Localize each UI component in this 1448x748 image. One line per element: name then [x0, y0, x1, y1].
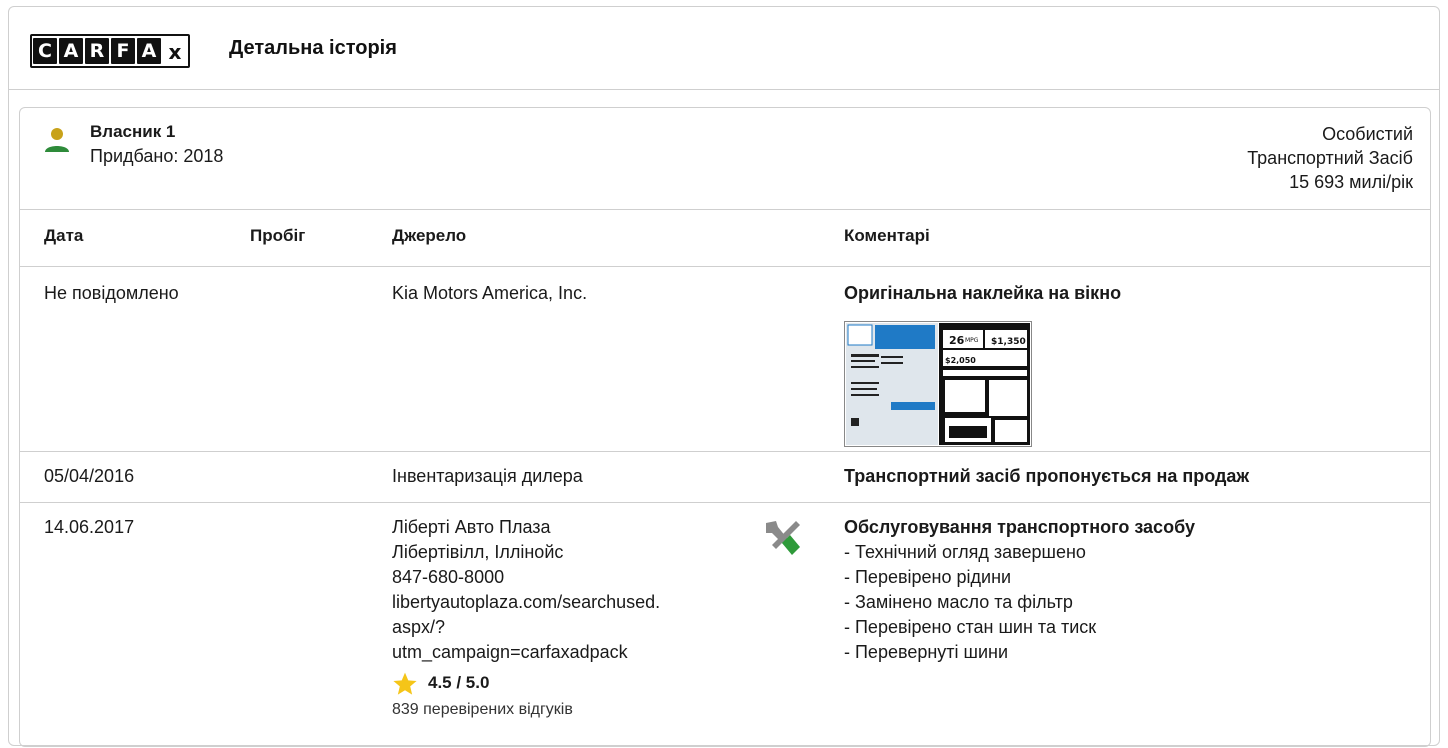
owner-mileage-per-year: 15 693 милі/рік — [1289, 172, 1413, 192]
owner-vehicle-type: Транспортний Засіб — [1247, 148, 1413, 168]
logo-letter: C — [33, 38, 57, 64]
sticker-mpg: 26 — [949, 334, 965, 347]
service-wrench-icon — [766, 521, 800, 555]
window-sticker-thumbnail[interactable]: 26 MPG $1,350 $2,050 — [844, 321, 1032, 447]
record-comment-title: Оригінальна наклейка на вікно — [844, 283, 1122, 303]
owner-vehicle-info: Особистий Транспортний Засіб 15 693 милі… — [1247, 122, 1413, 194]
dealer-rating: 4.5 / 5.0 — [428, 673, 490, 692]
comment-item: - Перевірено стан шин та тиск — [844, 617, 1097, 637]
owner-card: Власник 1 Придбано: 2018 Особистий Транс… — [19, 107, 1431, 747]
source-link[interactable]: utm_campaign=carfaxadpack — [392, 640, 660, 665]
source-link[interactable]: libertyautoplaza.com/searchused. — [392, 590, 660, 615]
star-icon — [393, 672, 417, 695]
comment-item: - Перевірено рідини — [844, 567, 1012, 587]
owner-summary: Власник 1 Придбано: 2018 Особистий Транс… — [20, 108, 1430, 210]
record-source: Kia Motors America, Inc. — [392, 283, 588, 303]
page-title: Детальна історія — [229, 37, 397, 59]
sticker-mpg-unit: MPG — [965, 337, 979, 344]
history-table-header: Дата Пробіг Джерело Коментарі — [20, 209, 1430, 267]
logo-letter: A — [59, 38, 83, 64]
source-phone[interactable]: 847-680-8000 — [392, 565, 660, 590]
owner-purchased: Придбано: 2018 — [90, 146, 224, 166]
logo-letter: R — [85, 38, 109, 64]
dealer-reviews-link[interactable]: 839 перевірених відгуків — [392, 701, 573, 719]
sticker-savings: $1,350 — [991, 337, 1026, 347]
comment-item: - Технічний огляд завершено — [844, 542, 1086, 562]
sticker-fuel-cost: $2,050 — [945, 356, 976, 365]
logo-letter: A — [137, 38, 161, 64]
record-comment-title: Транспортний засіб пропонується на прода… — [844, 466, 1250, 486]
source-link[interactable]: aspx/? — [392, 615, 660, 640]
record-date: 05/04/2016 — [44, 466, 135, 486]
record-source: Ліберті Авто Плаза Лібертівілл, Іллінойс… — [392, 515, 660, 665]
record-comment-title: Обслуговування транспортного засобу — [844, 517, 1195, 537]
logo-letter: F — [111, 38, 135, 64]
owner-name: Власник 1 — [90, 122, 176, 141]
carfax-logo[interactable]: C A R F A x — [30, 34, 190, 68]
report-header: C A R F A x Детальна історія — [9, 7, 1439, 90]
table-row: Не повідомлено Kia Motors America, Inc. … — [20, 267, 1430, 452]
report-frame: C A R F A x Детальна історія Власник 1 П… — [8, 6, 1440, 747]
record-date: Не повідомлено — [44, 283, 179, 303]
column-comments: Коментарі — [844, 226, 930, 245]
column-date: Дата — [44, 226, 84, 245]
record-source: Інвентаризація дилера — [392, 466, 583, 486]
record-comments: Обслуговування транспортного засобу - Те… — [844, 515, 1195, 665]
comment-item: - Перевернуті шини — [844, 642, 1009, 662]
person-icon — [45, 128, 69, 152]
record-date: 14.06.2017 — [44, 517, 135, 537]
comment-item: - Замінено масло та фільтр — [844, 592, 1073, 612]
column-mileage: Пробіг — [250, 226, 306, 245]
owner-type: Особистий — [1322, 124, 1413, 144]
source-name: Ліберті Авто Плаза — [392, 517, 551, 537]
source-location: Лібертівілл, Іллінойс — [392, 542, 564, 562]
column-source: Джерело — [392, 226, 467, 245]
table-row: 14.06.2017 Ліберті Авто Плаза Лібертівіл… — [20, 503, 1430, 748]
table-row: 05/04/2016 Інвентаризація дилера Транспо… — [20, 452, 1430, 503]
logo-letter: x — [163, 38, 187, 64]
